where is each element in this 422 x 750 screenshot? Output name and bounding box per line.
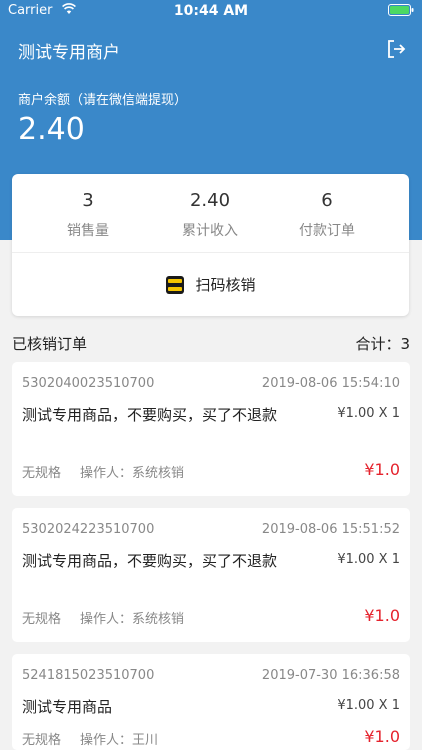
order-operator: 操作人：王川 — [80, 733, 159, 748]
order-product-name: 测试专用商品，不要购买，买了不退款 — [22, 552, 278, 570]
status-time: 10:44 AM — [173, 3, 249, 19]
order-unit-qty: ¥1.00 X 1 — [337, 552, 400, 567]
order-product-name: 测试专用商品，不要购买，买了不退款 — [22, 406, 278, 424]
battery-icon — [388, 4, 414, 16]
order-spec: 无规格 — [22, 733, 62, 748]
stat-orders-label: 付款订单 — [299, 223, 355, 239]
status-bar: Carrier 10:44 AM — [0, 0, 422, 22]
order-id: 5302024223510700 — [22, 522, 155, 537]
logout-icon[interactable] — [385, 38, 407, 60]
order-price: ¥1.0 — [364, 727, 400, 746]
order-price: ¥1.0 — [364, 460, 400, 479]
order-operator: 操作人：系统核销 — [80, 466, 185, 481]
page-title: 测试专用商户 — [18, 43, 120, 63]
stat-sales: 3 销售量 — [22, 188, 154, 240]
order-spec: 无规格 — [22, 612, 62, 627]
order-time: 2019-08-06 15:51:52 — [261, 522, 400, 537]
stat-income: 2.40 累计收入 — [144, 188, 276, 240]
order-card[interactable]: 5302040023510700 2019-08-06 15:54:10 测试专… — [12, 362, 410, 496]
stat-income-label: 累计收入 — [182, 223, 238, 239]
order-unit-qty: ¥1.00 X 1 — [337, 406, 400, 421]
order-time: 2019-07-30 16:36:58 — [261, 668, 400, 683]
order-time: 2019-08-06 15:54:10 — [261, 376, 400, 391]
orders-total: 合计：3 — [355, 335, 410, 353]
stat-orders: 6 付款订单 — [261, 188, 393, 240]
order-spec: 无规格 — [22, 466, 62, 481]
order-id: 5241815023510700 — [22, 668, 155, 683]
balance-label: 商户余额（请在微信端提现） — [18, 93, 188, 108]
order-product-name: 测试专用商品 — [22, 698, 113, 716]
stat-orders-value: 6 — [321, 190, 333, 211]
scan-verify-button[interactable]: 扫码核销 — [12, 253, 409, 316]
order-operator: 操作人：系统核销 — [80, 612, 185, 627]
stats-card: 3 销售量 2.40 累计收入 6 付款订单 扫码核销 — [12, 174, 409, 316]
order-card[interactable]: 5241815023510700 2019-07-30 16:36:58 测试专… — [12, 654, 410, 750]
order-price: ¥1.0 — [364, 606, 400, 625]
balance-value: 2.40 — [18, 112, 85, 147]
verified-orders-title: 已核销订单 — [12, 335, 88, 353]
order-card[interactable]: 5302024223510700 2019-08-06 15:51:52 测试专… — [12, 508, 410, 642]
stat-sales-value: 3 — [82, 190, 94, 211]
scan-button-label: 扫码核销 — [195, 276, 256, 294]
order-id: 5302040023510700 — [22, 376, 155, 391]
scan-icon — [166, 275, 185, 294]
order-unit-qty: ¥1.00 X 1 — [337, 698, 400, 713]
stat-sales-label: 销售量 — [67, 223, 109, 239]
stat-income-value: 2.40 — [189, 190, 231, 211]
